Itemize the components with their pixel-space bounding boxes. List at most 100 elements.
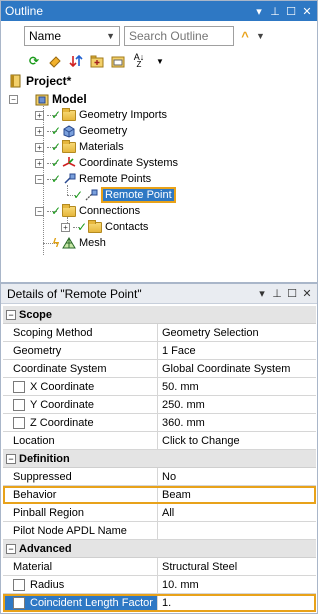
row-value[interactable]: Global Coordinate System: [158, 360, 316, 377]
parameter-checkbox[interactable]: [13, 416, 25, 429]
row-scoping-method[interactable]: Scoping Method Geometry Selection: [3, 324, 316, 342]
tree-label: Remote Points: [79, 173, 152, 185]
row-coincident-length-factor[interactable]: Coincident Length Factor 1.: [3, 594, 316, 612]
tree-materials[interactable]: + ✓ Materials: [35, 139, 124, 155]
search-input[interactable]: [124, 26, 234, 46]
row-label: Coincident Length Factor: [30, 596, 153, 609]
tree-project[interactable]: Project*: [9, 73, 71, 89]
row-y-coordinate[interactable]: Y Coordinate 250. mm: [3, 396, 316, 414]
collapse-icon[interactable]: −: [35, 206, 44, 216]
row-label: Radius: [30, 578, 65, 591]
row-radius[interactable]: Radius 10. mm: [3, 576, 316, 594]
row-suppressed[interactable]: Suppressed No: [3, 468, 316, 486]
tree-label: Geometry Imports: [79, 109, 168, 121]
row-label: X Coordinate: [30, 380, 95, 393]
section-scope[interactable]: − Scope: [3, 306, 316, 324]
name-filter-select[interactable]: Name ▼: [24, 26, 120, 46]
row-value[interactable]: Beam: [158, 486, 316, 503]
row-value[interactable]: [158, 522, 316, 539]
outline-title: Outline: [5, 4, 44, 18]
row-value[interactable]: Geometry Selection: [158, 324, 316, 341]
expand-icon[interactable]: +: [35, 110, 44, 120]
folder-view-icon[interactable]: [111, 54, 125, 68]
expand-icon[interactable]: +: [61, 222, 70, 232]
row-material[interactable]: Material Structural Steel: [3, 558, 316, 576]
add-folder-icon[interactable]: [90, 54, 104, 68]
dropdown-icon[interactable]: ▾: [256, 287, 268, 301]
tree-geometry[interactable]: + ✓ Geometry: [35, 123, 127, 139]
row-value[interactable]: 250. mm: [158, 396, 316, 413]
tree-label: Coordinate Systems: [79, 157, 179, 169]
collapse-icon[interactable]: −: [6, 543, 16, 554]
row-x-coordinate[interactable]: X Coordinate 50. mm: [3, 378, 316, 396]
row-label: Coordinate System: [3, 360, 158, 377]
row-label: Scoping Method: [3, 324, 158, 341]
row-value[interactable]: All: [158, 504, 316, 521]
row-label: Pinball Region: [3, 504, 158, 521]
sort-alpha-icon[interactable]: A↓ Z: [132, 53, 146, 69]
parameter-checkbox[interactable]: [13, 380, 25, 393]
row-value[interactable]: 10. mm: [158, 576, 316, 593]
row-coordinate-system[interactable]: Coordinate System Global Coordinate Syst…: [3, 360, 316, 378]
lightning-icon: ϟ: [52, 236, 60, 250]
row-value[interactable]: 1 Face: [158, 342, 316, 359]
row-location[interactable]: Location Click to Change: [3, 432, 316, 450]
expand-icon[interactable]: +: [35, 126, 44, 136]
row-value[interactable]: Click to Change: [158, 432, 316, 449]
details-grid: − Scope Scoping Method Geometry Selectio…: [3, 306, 316, 612]
parameter-checkbox[interactable]: [13, 578, 25, 591]
row-value[interactable]: 360. mm: [158, 414, 316, 431]
search-up-icon[interactable]: ^: [238, 29, 252, 44]
row-behavior[interactable]: Behavior Beam: [3, 486, 316, 504]
maximize-icon[interactable]: ☐: [284, 4, 298, 18]
close-icon[interactable]: ✕: [301, 287, 313, 301]
parameter-checkbox[interactable]: [13, 398, 25, 411]
sort-arrows-icon[interactable]: [69, 54, 83, 68]
tree-connections[interactable]: − ✓ Connections: [35, 203, 140, 219]
row-pilot-node[interactable]: Pilot Node APDL Name: [3, 522, 316, 540]
collapse-icon[interactable]: −: [35, 174, 44, 184]
details-pane: Details of "Remote Point" ▾ ⊥ ☐ ✕ − Scop…: [0, 283, 318, 614]
row-pinball-region[interactable]: Pinball Region All: [3, 504, 316, 522]
dropdown-icon[interactable]: ▾: [252, 4, 266, 18]
check-icon: ✓: [51, 108, 62, 122]
tree-mesh[interactable]: ϟ Mesh: [51, 235, 106, 251]
maximize-icon[interactable]: ☐: [286, 287, 298, 301]
tree-remote-point[interactable]: ✓ Remote Point: [73, 187, 176, 203]
row-value[interactable]: 50. mm: [158, 378, 316, 395]
section-label: Scope: [19, 308, 53, 321]
row-label: Suppressed: [3, 468, 158, 485]
tree-contacts[interactable]: + ✓ Contacts: [61, 219, 148, 235]
search-options-icon[interactable]: ▼: [256, 31, 265, 41]
tree-geometry-imports[interactable]: + ✓ Geometry Imports: [35, 107, 167, 123]
row-value[interactable]: Structural Steel: [158, 558, 316, 575]
section-advanced[interactable]: − Advanced: [3, 540, 316, 558]
tree-remote-points[interactable]: − ✓ Remote Points: [35, 171, 151, 187]
sort-dropdown-icon[interactable]: ▼: [153, 54, 167, 68]
collapse-icon[interactable]: −: [9, 94, 18, 104]
close-icon[interactable]: ✕: [300, 4, 314, 18]
collapse-icon[interactable]: −: [6, 453, 16, 464]
folder-icon: [62, 139, 76, 153]
row-value[interactable]: 1.: [158, 594, 316, 611]
pin-icon[interactable]: ⊥: [271, 287, 283, 301]
check-icon: ✓: [51, 156, 62, 170]
section-definition[interactable]: − Definition: [3, 450, 316, 468]
collapse-icon[interactable]: −: [6, 309, 16, 320]
check-icon: ✓: [51, 172, 62, 186]
tree-model[interactable]: − Model: [9, 91, 87, 107]
check-icon: ✓: [51, 204, 62, 218]
row-z-coordinate[interactable]: Z Coordinate 360. mm: [3, 414, 316, 432]
row-label: Geometry: [3, 342, 158, 359]
parameter-checkbox[interactable]: [13, 596, 25, 609]
pin-icon[interactable]: ⊥: [268, 4, 282, 18]
eraser-icon[interactable]: [48, 54, 62, 68]
expand-icon[interactable]: +: [35, 142, 44, 152]
tree-coordinate-systems[interactable]: + ✓ Coordinate Systems: [35, 155, 178, 171]
expand-icon[interactable]: +: [35, 158, 44, 168]
details-title: Details of "Remote Point": [7, 286, 142, 301]
refresh-icon[interactable]: ⟳: [27, 54, 41, 68]
row-value[interactable]: No: [158, 468, 316, 485]
row-geometry[interactable]: Geometry 1 Face: [3, 342, 316, 360]
folder-icon: [62, 203, 76, 217]
